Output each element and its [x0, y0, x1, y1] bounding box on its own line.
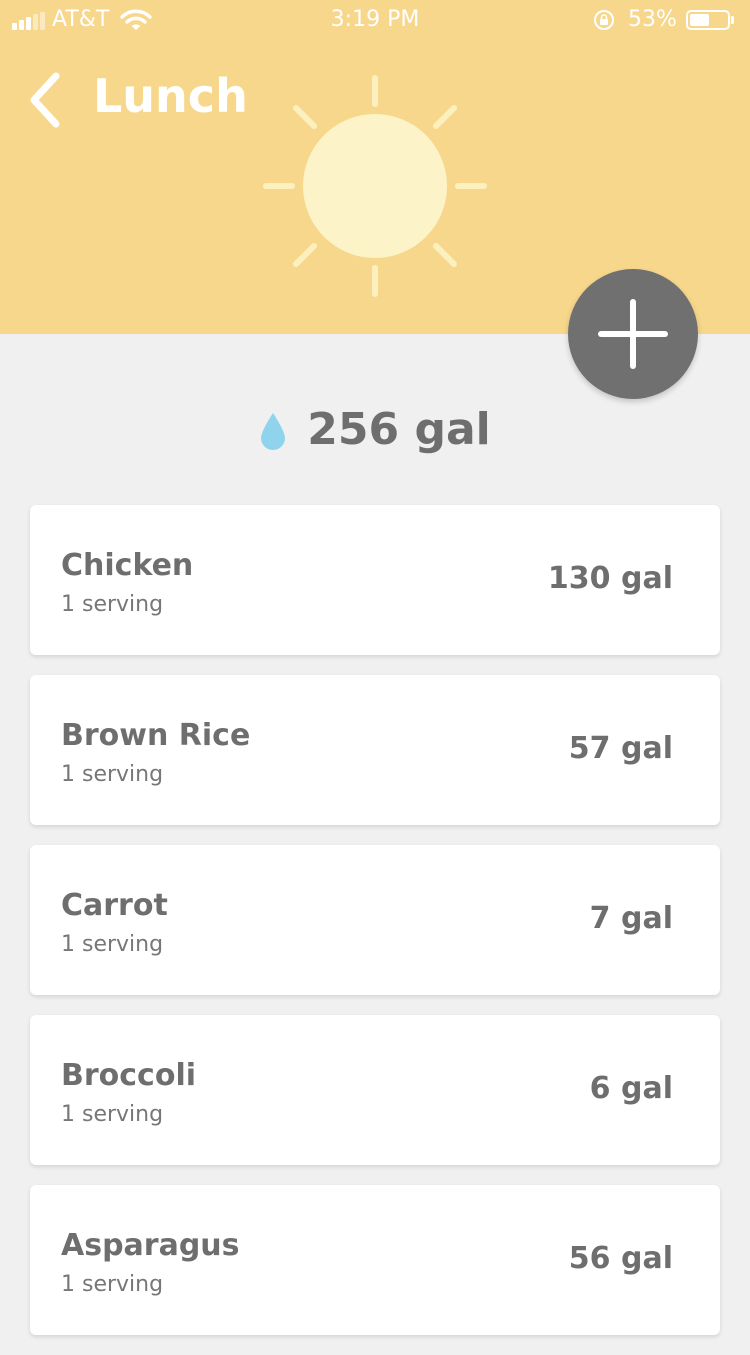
food-item-card[interactable]: Brown Rice 1 serving 57 gal — [30, 675, 720, 825]
food-item-water-amount: 7 gal — [589, 901, 673, 936]
back-chevron-icon[interactable] — [26, 70, 70, 130]
food-item-water-amount: 130 gal — [547, 561, 673, 596]
food-item-serving: 1 serving — [61, 1102, 164, 1127]
rotation-lock-icon — [594, 10, 614, 30]
food-item-name: Broccoli — [61, 1058, 197, 1093]
battery-icon — [686, 10, 730, 30]
add-food-button[interactable] — [568, 269, 698, 399]
food-item-water-amount: 56 gal — [568, 1241, 673, 1276]
sun-icon — [263, 75, 487, 297]
food-item-water-amount: 6 gal — [589, 1071, 673, 1106]
food-item-card[interactable]: Asparagus 1 serving 56 gal — [30, 1185, 720, 1335]
battery-level-fill — [690, 14, 709, 26]
food-item-serving: 1 serving — [61, 762, 164, 787]
battery-percent: 53% — [628, 7, 677, 32]
food-item-card[interactable]: Chicken 1 serving 130 gal — [30, 505, 720, 655]
food-item-name: Chicken — [61, 548, 194, 583]
battery-cap — [731, 16, 734, 24]
total-water-usage: 256 gal — [0, 395, 750, 465]
food-item-card[interactable]: Carrot 1 serving 7 gal — [30, 845, 720, 995]
food-item-list: Chicken 1 serving 130 gal Brown Rice 1 s… — [30, 505, 720, 1355]
total-value: 256 gal — [307, 404, 491, 455]
food-item-name: Carrot — [61, 888, 168, 923]
page-title: Lunch — [93, 69, 248, 123]
food-item-serving: 1 serving — [61, 592, 164, 617]
food-item-serving: 1 serving — [61, 1272, 164, 1297]
food-item-water-amount: 57 gal — [568, 731, 673, 766]
water-drop-icon — [261, 413, 286, 450]
plus-icon — [598, 299, 668, 369]
food-item-name: Asparagus — [61, 1228, 240, 1263]
food-item-name: Brown Rice — [61, 718, 251, 753]
status-bar: AT&T 3:19 PM 53% — [0, 0, 750, 40]
food-item-card[interactable]: Broccoli 1 serving 6 gal — [30, 1015, 720, 1165]
food-item-serving: 1 serving — [61, 932, 164, 957]
